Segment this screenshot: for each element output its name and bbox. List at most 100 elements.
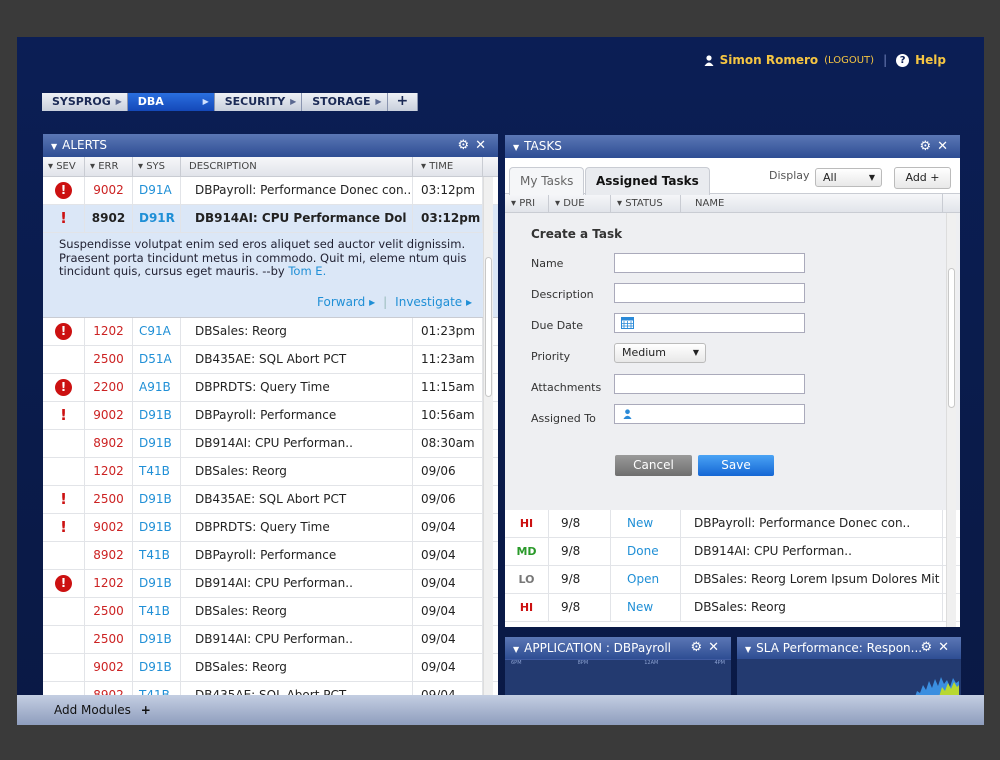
module-tabs: SYSPROG ▶ DBA ▶ SECURITY ▶ STORAGE ▶ + [42, 93, 419, 111]
assigned-to-input[interactable] [614, 404, 805, 424]
tasks-column-header: ▾ PRI ▾ DUE ▾ STATUS NAME [505, 194, 960, 213]
tasks-scrollbar[interactable] [946, 213, 956, 627]
system-link[interactable]: T41B [133, 458, 181, 485]
task-row[interactable]: HI 9/8 New DBPayroll: Performance Donec con… [505, 510, 960, 538]
severity-cell: ! [43, 486, 85, 513]
system-link[interactable]: D91B [133, 402, 181, 429]
calendar-icon[interactable] [621, 317, 634, 329]
task-row[interactable]: MD 9/8 Done DB914AI: CPU Performan.. [505, 538, 960, 566]
close-icon[interactable]: ✕ [938, 640, 955, 655]
attachments-input[interactable] [614, 374, 805, 394]
cancel-button[interactable]: Cancel [615, 455, 692, 476]
add-modules-button[interactable]: Add Modules + [54, 703, 151, 717]
author-link[interactable]: Tom E. [288, 264, 326, 278]
system-link[interactable]: D91B [133, 570, 181, 597]
alert-row[interactable]: ! 1202 C91A DBSales: Reorg 01:23pm [43, 318, 498, 346]
alert-row[interactable]: 1202 T41B DBSales: Reorg 09/06 [43, 458, 498, 486]
collapse-icon[interactable]: ▼ [745, 645, 751, 654]
priority-select[interactable]: Medium ▼ [614, 343, 706, 363]
alert-row[interactable]: ! 9002 D91B DBPRDTS: Query Time 09/04 [43, 514, 498, 542]
col-status[interactable]: ▾ STATUS [611, 194, 681, 212]
alert-row[interactable]: ! 9002 D91B DBPayroll: Performance 10:56am [43, 402, 498, 430]
tab-storage[interactable]: STORAGE ▶ [302, 93, 388, 111]
col-err[interactable]: ▾ ERR [85, 157, 133, 176]
collapse-icon[interactable]: ▼ [513, 143, 519, 152]
name-input[interactable] [614, 253, 805, 273]
save-button[interactable]: Save [698, 455, 774, 476]
system-link[interactable]: D91B [133, 430, 181, 457]
status-link[interactable]: New [611, 510, 681, 537]
alerts-scrollbar[interactable] [483, 177, 493, 704]
alert-row[interactable]: ! 2200 A91B DBPRDTS: Query Time 11:15am [43, 374, 498, 402]
system-link[interactable]: A91B [133, 374, 181, 401]
system-link[interactable]: D91B [133, 514, 181, 541]
alert-row[interactable]: 2500 D91B DB914AI: CPU Performan.. 09/04 [43, 626, 498, 654]
investigate-link[interactable]: Investigate ▸ [387, 295, 480, 309]
description-label: Description [531, 288, 594, 301]
col-due[interactable]: ▾ DUE [549, 194, 611, 212]
help-link[interactable]: Help [915, 53, 946, 67]
severity-cell [43, 458, 85, 485]
collapse-icon[interactable]: ▼ [51, 142, 57, 151]
logout-link[interactable]: (LOGOUT) [824, 55, 874, 66]
gear-icon[interactable]: ⚙ [690, 640, 708, 655]
add-task-button[interactable]: Add + [894, 167, 951, 189]
gear-icon[interactable]: ⚙ [919, 139, 937, 154]
gear-icon[interactable]: ⚙ [457, 138, 475, 153]
col-time[interactable]: ▾ TIME [413, 157, 483, 176]
system-link[interactable]: C91A [133, 318, 181, 345]
system-link[interactable]: D91R [133, 205, 181, 232]
tab-assigned-tasks[interactable]: Assigned Tasks [585, 167, 710, 195]
alert-row[interactable]: 8902 D91B DB914AI: CPU Performan.. 08:30am [43, 430, 498, 458]
close-icon[interactable]: ✕ [475, 138, 492, 153]
tab-my-tasks[interactable]: My Tasks [509, 167, 585, 195]
display-select[interactable]: All ▼ [815, 168, 882, 187]
chevron-right-icon: ▶ [375, 97, 382, 106]
system-link[interactable]: D91B [133, 654, 181, 681]
system-link[interactable]: D91B [133, 626, 181, 653]
task-row[interactable]: HI 9/8 New DBSales: Reorg [505, 594, 960, 622]
time: 10:56am [413, 402, 483, 429]
severity-cell: ! [43, 570, 85, 597]
tab-dba[interactable]: DBA ▶ [127, 93, 215, 111]
close-icon[interactable]: ✕ [708, 640, 725, 655]
system-link[interactable]: T41B [133, 598, 181, 625]
col-sev[interactable]: ▾ SEV [43, 157, 85, 176]
system-link[interactable]: D91A [133, 177, 181, 204]
alert-row[interactable]: 8902 T41B DBPayroll: Performance 09/04 [43, 542, 498, 570]
detail-text: Suspendisse volutpat enim sed eros aliqu… [59, 237, 467, 278]
tab-security[interactable]: SECURITY ▶ [214, 93, 303, 111]
system-link[interactable]: D51A [133, 346, 181, 373]
forward-link[interactable]: Forward ▸ [309, 295, 383, 309]
due-date-input[interactable] [614, 313, 805, 333]
add-tab-button[interactable]: + [387, 93, 419, 111]
col-label: SYS [146, 161, 166, 172]
col-name[interactable]: NAME [681, 194, 943, 212]
alert-row[interactable]: 2500 T41B DBSales: Reorg 09/04 [43, 598, 498, 626]
gear-icon[interactable]: ⚙ [920, 640, 938, 655]
user-name[interactable]: Simon Romero [720, 53, 819, 67]
scroll-thumb[interactable] [948, 268, 955, 408]
alert-row[interactable]: ! 1202 D91B DB914AI: CPU Performan.. 09/04 [43, 570, 498, 598]
status-link[interactable]: Done [611, 538, 681, 565]
system-link[interactable]: T41B [133, 542, 181, 569]
alert-row[interactable]: ! 8902 D91R DB914AI: CPU Performance Dol 03:… [43, 205, 498, 233]
task-row[interactable]: LO 9/8 Open DBSales: Reorg Lorem Ipsum Dolo… [505, 566, 960, 594]
scroll-thumb[interactable] [485, 257, 492, 397]
col-sys[interactable]: ▾ SYS [133, 157, 181, 176]
col-pri[interactable]: ▾ PRI [505, 194, 549, 212]
status-link[interactable]: New [611, 594, 681, 621]
status-link[interactable]: Open [611, 566, 681, 593]
system-link[interactable]: D91B [133, 486, 181, 513]
description-input[interactable] [614, 283, 805, 303]
alert-row[interactable]: ! 2500 D91B DB435AE: SQL Abort PCT 09/06 [43, 486, 498, 514]
alert-row[interactable]: ! 9002 D91A DBPayroll: Performance Donec co… [43, 177, 498, 205]
close-icon[interactable]: ✕ [937, 139, 954, 154]
collapse-icon[interactable]: ▼ [513, 645, 519, 654]
alert-row[interactable]: 9002 D91B DBSales: Reorg 09/04 [43, 654, 498, 682]
error-code: 9002 [85, 654, 133, 681]
tab-sysprog[interactable]: SYSPROG ▶ [42, 93, 128, 111]
alert-row[interactable]: 2500 D51A DB435AE: SQL Abort PCT 11:23am [43, 346, 498, 374]
help-icon[interactable]: ? [896, 53, 910, 67]
col-description[interactable]: DESCRIPTION [181, 157, 413, 176]
